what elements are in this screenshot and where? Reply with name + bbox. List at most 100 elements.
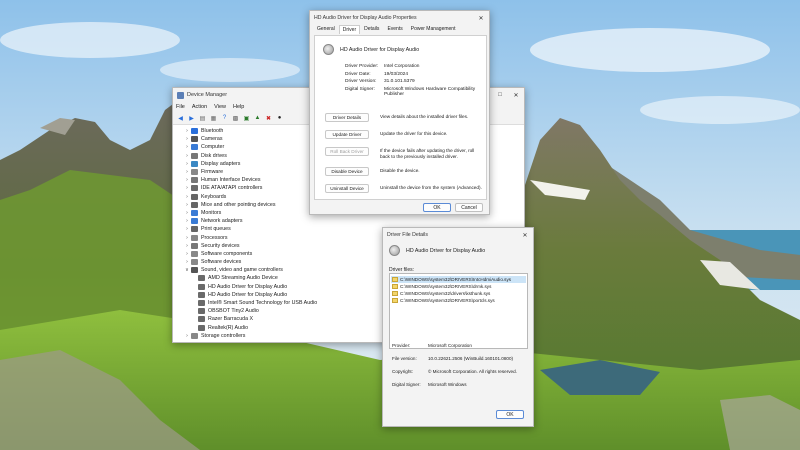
info-value: 19/03/2024	[384, 71, 409, 77]
file-item[interactable]: C:\WINDOWS\system32\DRIVERS\IntcHdmiAudi…	[391, 276, 526, 283]
action-pane-icon[interactable]: ▩	[231, 114, 240, 123]
file-details-titlebar[interactable]: Driver File Details ✕	[383, 228, 533, 242]
tab-power-management[interactable]: Power Management	[407, 24, 460, 34]
back-arrow-icon[interactable]: ◀	[176, 114, 185, 123]
properties-titlebar[interactable]: HD Audio Driver for Display Audio Proper…	[310, 11, 489, 25]
device-name: HD Audio Driver for Display Audio	[340, 46, 420, 53]
chevron-right-icon[interactable]: ›	[183, 177, 191, 183]
menu-file[interactable]: File	[176, 104, 185, 110]
device-icon	[191, 209, 198, 216]
disable-device-button[interactable]: Disable Device	[325, 167, 369, 176]
file-icon	[392, 284, 398, 289]
tab-events[interactable]: Events	[383, 24, 406, 34]
device-icon	[191, 226, 198, 233]
cancel-button[interactable]: Cancel	[455, 203, 483, 212]
file-item[interactable]: C:\WINDOWS\system32\DRIVERS\drmk.sys	[391, 283, 526, 290]
device-icon	[191, 136, 198, 143]
file-item[interactable]: C:\WINDOWS\system32\DRIVERS\portcls.sys	[391, 297, 526, 304]
chevron-right-icon[interactable]: ›	[183, 144, 191, 150]
properties-tabs: General Driver Details Events Power Mana…	[310, 25, 489, 34]
device-category[interactable]: › Network adapters	[183, 217, 524, 225]
tab-general[interactable]: General	[313, 24, 339, 34]
chevron-right-icon[interactable]: ›	[183, 226, 191, 232]
device-name: HD Audio Driver for Display Audio	[406, 247, 486, 254]
properties-icon[interactable]: ▤	[198, 114, 207, 123]
chevron-right-icon[interactable]: ›	[183, 185, 191, 191]
device-icon	[198, 308, 205, 315]
chevron-right-icon[interactable]: ›	[183, 161, 191, 167]
device-icon	[198, 283, 205, 290]
chevron-right-icon[interactable]: ›	[183, 218, 191, 224]
maximize-icon[interactable]: □	[492, 88, 508, 102]
device-label: Monitors	[201, 209, 222, 216]
chevron-right-icon[interactable]: ›	[183, 136, 191, 142]
chevron-right-icon[interactable]: ›	[183, 251, 191, 257]
info-key: File version:	[392, 356, 417, 361]
chevron-right-icon[interactable]: ›	[183, 259, 191, 265]
device-label: Processors	[201, 234, 228, 241]
info-row: Digital Signer: Microsoft Windows Hardwar…	[345, 87, 480, 99]
device-label: Bluetooth	[201, 128, 224, 135]
menu-action[interactable]: Action	[192, 104, 207, 110]
info-value: 10.0.22621.2506 (WinBuild.160101.0800)	[428, 356, 514, 361]
device-icon	[191, 177, 198, 184]
device-icon	[198, 275, 205, 282]
driver-file-details-dialog: Driver File Details ✕ HD Audio Driver fo…	[382, 227, 534, 427]
device-label: HD Audio Driver for Display Audio	[208, 283, 288, 290]
driver-files-list[interactable]: C:\WINDOWS\system32\DRIVERS\IntcHdmiAudi…	[389, 273, 528, 349]
action-row: Roll Back Driver If the device fails aft…	[325, 147, 485, 160]
roll-back-driver-button[interactable]: Roll Back Driver	[325, 147, 369, 156]
chevron-right-icon[interactable]: ›	[183, 202, 191, 208]
chevron-down-icon[interactable]: ∨	[183, 267, 191, 273]
driver-details-button[interactable]: Driver Details	[325, 113, 369, 122]
device-label: OBSBOT Tiny2 Audio	[208, 308, 259, 315]
action-description: View details about the installed driver …	[380, 114, 469, 119]
device-label: Disk drives	[201, 152, 227, 159]
scan-hardware-icon[interactable]: ▣	[242, 114, 251, 123]
device-label: Computer	[201, 144, 225, 151]
ok-button[interactable]: OK	[423, 203, 451, 212]
tab-driver[interactable]: Driver	[338, 25, 361, 34]
device-icon	[198, 316, 205, 323]
chevron-right-icon[interactable]: ›	[183, 128, 191, 134]
info-value: Microsoft Corporation	[428, 343, 472, 348]
device-label: AMD Streaming Audio Device	[208, 275, 278, 282]
chevron-right-icon[interactable]: ›	[183, 243, 191, 249]
device-icon	[198, 291, 205, 298]
device-label: IDE ATA/ATAPI controllers	[201, 185, 263, 192]
chevron-right-icon[interactable]: ›	[183, 333, 191, 339]
device-icon	[191, 201, 198, 208]
menu-help[interactable]: Help	[233, 104, 244, 110]
info-value: Intel Corporation	[384, 64, 420, 69]
tab-details[interactable]: Details	[360, 24, 383, 34]
properties-title: HD Audio Driver for Display Audio Proper…	[314, 15, 417, 21]
ok-button[interactable]: OK	[496, 410, 524, 419]
uninstall-device-button[interactable]: Uninstall Device	[325, 184, 369, 193]
device-icon	[191, 160, 198, 167]
chevron-right-icon[interactable]: ›	[183, 235, 191, 241]
close-icon[interactable]: ✕	[473, 11, 489, 25]
chevron-right-icon[interactable]: ›	[183, 169, 191, 175]
file-item[interactable]: C:\WINDOWS\system32\drivers\ksthunk.sys	[391, 290, 526, 297]
info-value: 31.0.101.5379	[384, 79, 415, 84]
file-path: C:\WINDOWS\system32\drivers\ksthunk.sys	[400, 291, 491, 296]
device-icon	[198, 324, 205, 331]
close-icon[interactable]: ✕	[517, 228, 533, 242]
close-icon[interactable]: ✕	[508, 88, 524, 102]
help-icon[interactable]: ?	[220, 114, 229, 123]
info-row: Driver Provider: Intel Corporation	[345, 64, 480, 72]
chevron-right-icon[interactable]: ›	[183, 153, 191, 159]
show-hide-console-tree-icon[interactable]: ▦	[209, 114, 218, 123]
menu-view[interactable]: View	[214, 104, 226, 110]
update-driver-button[interactable]: Update Driver	[325, 130, 369, 139]
update-driver-icon[interactable]: ▲	[253, 114, 262, 123]
info-row: File version: 10.0.22621.2506 (WinBuild.1…	[392, 352, 528, 365]
uninstall-device-icon[interactable]: ✖	[264, 114, 273, 123]
chevron-right-icon[interactable]: ›	[183, 210, 191, 216]
device-label: Display adapters	[201, 160, 241, 167]
chevron-right-icon[interactable]: ›	[183, 194, 191, 200]
device-icon	[191, 128, 198, 135]
forward-arrow-icon[interactable]: ▶	[187, 114, 196, 123]
disable-device-icon[interactable]: ●	[275, 114, 284, 123]
device-label: HD Audio Driver for Display Audio	[208, 291, 288, 298]
